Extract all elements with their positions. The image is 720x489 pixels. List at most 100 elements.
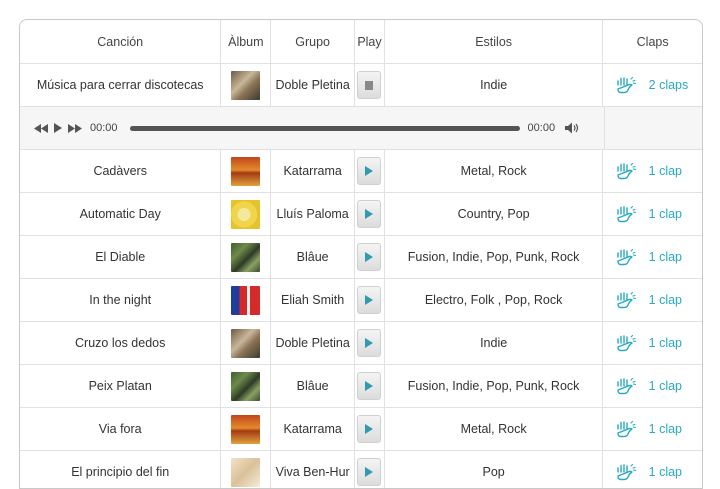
table-body: Música para cerrar discotecas Doble Plet… <box>20 64 702 488</box>
album-cell <box>221 365 272 407</box>
play-cell <box>355 150 385 192</box>
play-icon <box>365 338 374 348</box>
claps-cell: 1 clap <box>603 236 702 278</box>
table-row: El principio del fin Viva Ben-Hur Pop 1 … <box>20 451 702 488</box>
play-button[interactable] <box>357 71 382 99</box>
play-button[interactable] <box>357 243 382 271</box>
header-play: Play <box>355 20 385 63</box>
player-spacer <box>605 107 702 149</box>
album-cover-image[interactable] <box>231 70 261 100</box>
song-styles: Country, Pop <box>385 193 604 235</box>
song-title[interactable]: El principio del fin <box>20 451 222 488</box>
album-cover-image[interactable] <box>231 414 261 444</box>
group-name[interactable]: Lluís Paloma <box>271 193 356 235</box>
group-name[interactable]: Doble Pletina <box>271 64 356 106</box>
play-icon <box>365 209 374 219</box>
table-row: Automatic Day Lluís Paloma Country, Pop … <box>20 193 702 236</box>
song-title[interactable]: El Diable <box>20 236 222 278</box>
progress-bar[interactable] <box>129 125 520 131</box>
header-song[interactable]: Canción <box>20 20 222 63</box>
claps-cell: 1 clap <box>603 451 702 488</box>
play-button[interactable] <box>357 415 382 443</box>
song-title[interactable]: Via fora <box>20 408 222 450</box>
header-group[interactable]: Grupo <box>271 20 356 63</box>
table-row: Cruzo los dedos Doble Pletina Indie 1 cl… <box>20 322 702 365</box>
play-button[interactable] <box>357 329 382 357</box>
table-row: Peix Platan Blâue Fusion, Indie, Pop, Pu… <box>20 365 702 408</box>
play-cell <box>355 451 385 488</box>
claps-count[interactable]: 1 clap <box>649 164 693 178</box>
clap-hand-icon[interactable] <box>613 291 639 309</box>
song-title[interactable]: Cruzo los dedos <box>20 322 222 364</box>
play-button[interactable] <box>357 157 382 185</box>
play-icon <box>365 252 374 262</box>
album-cell <box>221 193 272 235</box>
album-cover-image[interactable] <box>231 328 261 358</box>
claps-count[interactable]: 2 claps <box>649 78 693 92</box>
group-name[interactable]: Katarrama <box>271 150 356 192</box>
claps-count[interactable]: 1 clap <box>649 250 693 264</box>
song-title[interactable]: In the night <box>20 279 222 321</box>
group-name[interactable]: Blâue <box>271 236 356 278</box>
header-claps[interactable]: Claps <box>603 20 702 63</box>
header-album[interactable]: Àlbum <box>221 20 272 63</box>
group-name[interactable]: Doble Pletina <box>271 322 356 364</box>
claps-count[interactable]: 1 clap <box>649 422 693 436</box>
play-button[interactable] <box>357 458 382 486</box>
play-button[interactable] <box>357 200 382 228</box>
fast-forward-icon[interactable] <box>68 123 82 133</box>
clap-hand-icon[interactable] <box>613 205 639 223</box>
table-row: In the night Eliah Smith Electro, Folk ,… <box>20 279 702 322</box>
clap-hand-icon[interactable] <box>613 463 639 481</box>
clap-hand-icon[interactable] <box>613 248 639 266</box>
songs-table: Canción Àlbum Grupo Play Estilos Claps M… <box>19 19 703 489</box>
total-time: 00:00 <box>527 122 556 134</box>
play-button[interactable] <box>357 372 382 400</box>
play-cell <box>355 279 385 321</box>
group-name[interactable]: Blâue <box>271 365 356 407</box>
group-name[interactable]: Katarrama <box>271 408 356 450</box>
claps-count[interactable]: 1 clap <box>649 336 693 350</box>
claps-cell: 2 claps <box>603 64 702 106</box>
table-row: Via fora Katarrama Metal, Rock 1 clap <box>20 408 702 451</box>
header-styles[interactable]: Estilos <box>385 20 604 63</box>
claps-cell: 1 clap <box>603 279 702 321</box>
claps-count[interactable]: 1 clap <box>649 465 693 479</box>
group-name[interactable]: Viva Ben-Hur <box>271 451 356 488</box>
audio-player: 00:00 00:00 <box>20 107 605 149</box>
group-name[interactable]: Eliah Smith <box>271 279 356 321</box>
table-row: El Diable Blâue Fusion, Indie, Pop, Punk… <box>20 236 702 279</box>
audio-player-row: 00:00 00:00 <box>20 107 702 150</box>
song-title[interactable]: Automatic Day <box>20 193 222 235</box>
play-cell <box>355 408 385 450</box>
clap-hand-icon[interactable] <box>613 420 639 438</box>
claps-count[interactable]: 1 clap <box>649 379 693 393</box>
album-cell <box>221 64 272 106</box>
clap-hand-icon[interactable] <box>613 334 639 352</box>
claps-count[interactable]: 1 clap <box>649 293 693 307</box>
play-icon[interactable] <box>54 123 62 133</box>
clap-hand-icon[interactable] <box>613 76 639 94</box>
song-title[interactable]: Música para cerrar discotecas <box>20 64 222 106</box>
album-cover-image[interactable] <box>231 242 261 272</box>
play-cell <box>355 322 385 364</box>
song-title[interactable]: Peix Platan <box>20 365 222 407</box>
rewind-icon[interactable] <box>34 123 48 133</box>
clap-hand-icon[interactable] <box>613 162 639 180</box>
volume-icon[interactable] <box>565 122 581 134</box>
album-cover-image[interactable] <box>231 371 261 401</box>
play-button[interactable] <box>357 286 382 314</box>
song-title[interactable]: Cadàvers <box>20 150 222 192</box>
album-cell <box>221 150 272 192</box>
clap-hand-icon[interactable] <box>613 377 639 395</box>
play-icon <box>365 381 374 391</box>
album-cover-image[interactable] <box>231 156 261 186</box>
song-styles: Electro, Folk , Pop, Rock <box>385 279 604 321</box>
album-cover-image[interactable] <box>231 199 261 229</box>
song-styles: Pop <box>385 451 604 488</box>
song-styles: Metal, Rock <box>385 150 604 192</box>
song-styles: Metal, Rock <box>385 408 604 450</box>
claps-count[interactable]: 1 clap <box>649 207 693 221</box>
album-cover-image[interactable] <box>231 457 261 487</box>
album-cover-image[interactable] <box>231 285 261 315</box>
